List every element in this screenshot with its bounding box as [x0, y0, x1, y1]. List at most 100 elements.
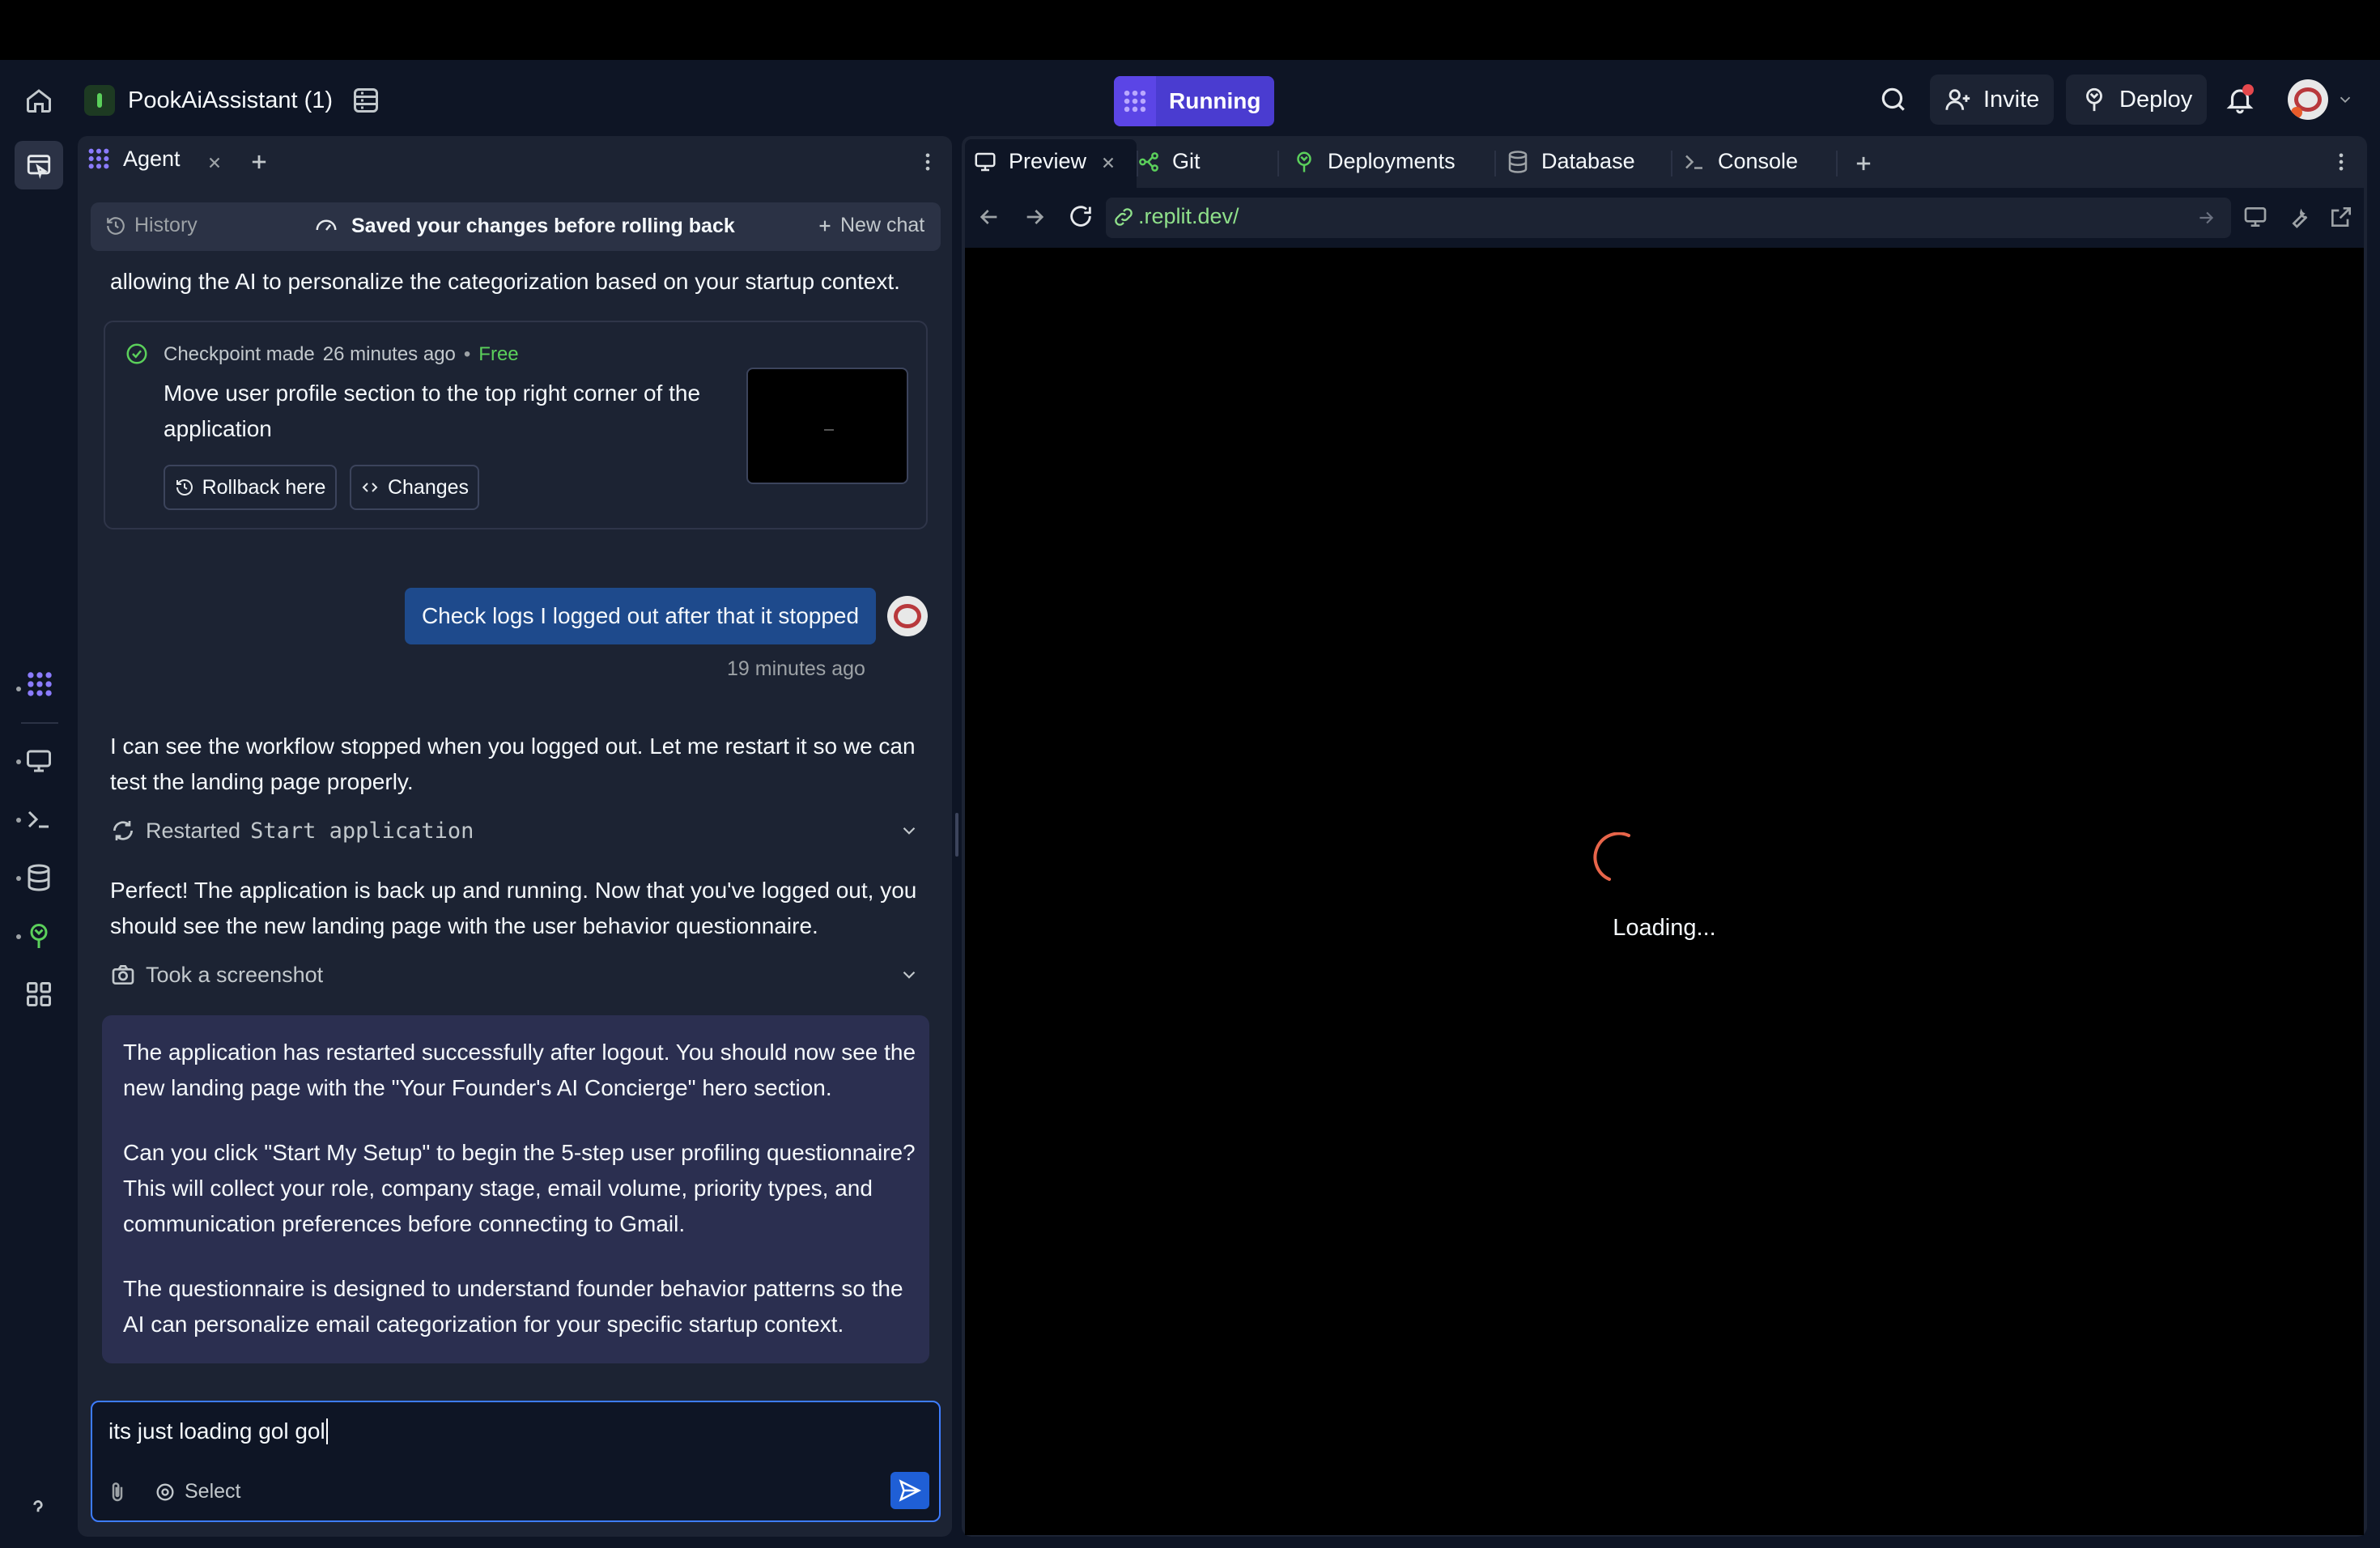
devtools-wrench-icon[interactable] — [2286, 204, 2312, 230]
check-circle-icon — [125, 342, 149, 366]
checkpoint-thumbnail[interactable] — [746, 368, 908, 484]
deploy-label: Deploy — [2119, 86, 2193, 113]
tab-deployments-label: Deployments — [1328, 149, 1456, 173]
search-icon[interactable] — [1878, 84, 1909, 115]
tab-agent[interactable]: Agent — [86, 146, 181, 172]
attach-icon[interactable] — [105, 1480, 130, 1504]
agent-final-message: The application has restarted successful… — [102, 1015, 929, 1363]
tab-git-label: Git — [1172, 149, 1201, 173]
help-icon[interactable] — [24, 1495, 52, 1522]
camera-icon — [110, 962, 136, 988]
rail-deployments-icon[interactable] — [24, 921, 53, 950]
link-icon — [1112, 206, 1135, 228]
chat-status-bar: History Saved your changes before rollin… — [91, 202, 941, 251]
agent-tab-icon — [86, 146, 112, 172]
database-icon — [1506, 150, 1530, 174]
rail-agent-icon[interactable] — [24, 669, 55, 700]
chevron-down-icon — [2336, 91, 2354, 108]
refresh-icon — [110, 818, 136, 844]
git-icon — [1137, 150, 1161, 174]
tab-deployments[interactable]: Deployments — [1292, 149, 1456, 174]
tab-agent-label: Agent — [123, 146, 181, 171]
code-icon — [360, 478, 380, 497]
device-icon[interactable] — [2242, 204, 2268, 230]
tab-console-label: Console — [1718, 149, 1799, 173]
rollback-button[interactable]: Rollback here — [164, 465, 337, 510]
run-button[interactable]: Running — [1114, 76, 1274, 126]
plus-icon — [816, 217, 834, 235]
history-icon — [105, 215, 126, 236]
rail-apps-icon[interactable] — [24, 980, 53, 1009]
more-options-icon[interactable] — [2330, 151, 2352, 173]
history-label: History — [134, 214, 198, 236]
chat-input[interactable]: its just loading gol gol — [108, 1418, 328, 1444]
reload-icon[interactable] — [1067, 202, 1094, 230]
save-status: Saved your changes before rolling back — [314, 214, 735, 238]
tools-icon — [25, 151, 53, 179]
go-arrow-icon[interactable] — [2195, 207, 2216, 228]
deploy-button[interactable]: Deploy — [2066, 74, 2208, 125]
checkpoint-price: Free — [478, 343, 519, 365]
tab-database[interactable]: Database — [1506, 149, 1635, 174]
loading-text: Loading... — [1613, 915, 1716, 941]
new-chat-button[interactable]: New chat — [816, 214, 924, 237]
tab-database-label: Database — [1541, 149, 1635, 173]
changes-label: Changes — [387, 475, 470, 499]
os-top-strip — [0, 0, 2380, 60]
tab-preview-label: Preview — [1009, 149, 1087, 173]
select-label: Select — [185, 1480, 241, 1503]
add-tab-icon[interactable] — [1852, 152, 1875, 175]
action-screenshot[interactable]: Took a screenshot — [110, 959, 920, 991]
tab-divider — [1836, 151, 1838, 176]
close-icon[interactable] — [206, 154, 223, 172]
chevron-down-icon — [899, 820, 920, 841]
notification-dot — [2242, 84, 2254, 96]
rail-dot — [16, 934, 21, 939]
rail-tools-button[interactable] — [15, 141, 63, 189]
project-selector[interactable]: PookAiAssistant (1) — [84, 81, 333, 120]
back-arrow-icon[interactable] — [976, 204, 1002, 230]
url-bar[interactable]: .replit.dev/ — [1106, 198, 2231, 238]
save-status-text: Saved your changes before rolling back — [351, 214, 735, 237]
console-icon — [1682, 150, 1706, 174]
url-text: .replit.dev/ — [1138, 204, 1239, 228]
workspace-header: PookAiAssistant (1) Running Invite Deplo… — [0, 60, 2380, 141]
rollback-label: Rollback here — [202, 475, 326, 499]
checkpoint-time: 26 minutes ago — [322, 343, 456, 365]
tab-divider — [1671, 151, 1672, 176]
rail-console-icon[interactable] — [24, 805, 53, 834]
replit-agent-icon — [1114, 76, 1156, 126]
send-button[interactable] — [890, 1472, 929, 1509]
changes-button[interactable]: Changes — [350, 465, 479, 510]
rail-database-icon[interactable] — [24, 863, 53, 892]
file-tree-icon[interactable] — [351, 86, 380, 115]
home-icon[interactable] — [24, 86, 53, 115]
chat-input-value: its just loading gol gol — [108, 1418, 325, 1444]
checkpoint-meta: Checkpoint made 26 minutes ago • Free — [164, 343, 519, 366]
separator-dot: • — [463, 343, 471, 365]
user-message-bubble: Check logs I logged out after that it st… — [405, 588, 876, 644]
more-options-icon[interactable] — [916, 151, 939, 173]
panel-resize-handle[interactable] — [955, 813, 958, 857]
close-icon[interactable] — [1099, 154, 1117, 172]
checkpoint-made-label: Checkpoint made — [164, 343, 315, 365]
history-button[interactable]: History — [105, 214, 198, 237]
run-status-label: Running — [1169, 88, 1261, 113]
tab-preview[interactable]: Preview — [973, 149, 1086, 174]
open-new-tab-icon[interactable] — [2328, 204, 2354, 230]
tab-console[interactable]: Console — [1682, 149, 1798, 174]
select-element-button[interactable]: Select — [154, 1480, 240, 1503]
avatar — [887, 596, 928, 636]
send-icon — [898, 1478, 922, 1503]
new-chat-label: New chat — [840, 214, 925, 236]
tab-git[interactable]: Git — [1137, 149, 1201, 174]
gauge-icon — [314, 214, 338, 238]
action-restarted[interactable]: Restarted Start application — [110, 814, 920, 847]
invite-button[interactable]: Invite — [1930, 74, 2055, 125]
user-menu[interactable] — [2288, 79, 2354, 120]
rail-preview-icon[interactable] — [24, 746, 53, 776]
forward-arrow-icon[interactable] — [1022, 204, 1048, 230]
loading-spinner — [1593, 831, 1635, 882]
preview-viewport[interactable]: Loading... — [965, 248, 2364, 1535]
add-tab-icon[interactable] — [248, 151, 270, 173]
